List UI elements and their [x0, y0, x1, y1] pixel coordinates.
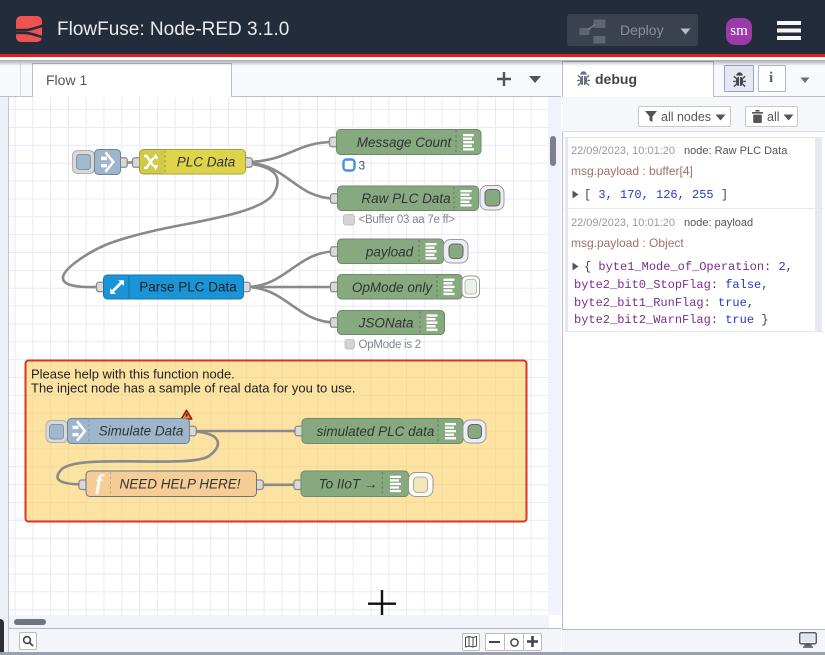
svg-text:payload: payload — [365, 245, 414, 260]
svg-text:The inject node has a sample o: The inject node has a sample of real dat… — [31, 381, 355, 396]
svg-text:<Buffer 03 aa 7e ff>: <Buffer 03 aa 7e ff> — [359, 214, 456, 226]
svg-text:simulated PLC data: simulated PLC data — [317, 424, 435, 439]
svg-text:OpMode only: OpMode only — [352, 280, 434, 295]
svg-text:NEED HELP HERE!: NEED HELP HERE! — [119, 477, 240, 492]
svg-text:3: 3 — [359, 159, 366, 173]
svg-text:Raw PLC Data: Raw PLC Data — [361, 191, 451, 206]
svg-text:Message Count: Message Count — [357, 135, 453, 150]
svg-text:PLC Data: PLC Data — [177, 155, 236, 170]
svg-text:Please help with this function: Please help with this function node. — [31, 367, 235, 382]
svg-text:OpMode is 2: OpMode is 2 — [359, 339, 421, 351]
svg-text:Simulate Data: Simulate Data — [99, 424, 184, 439]
svg-text:JSONata: JSONata — [358, 316, 414, 331]
svg-text:To IIoT →: To IIoT → — [319, 477, 378, 492]
svg-text:Parse PLC Data: Parse PLC Data — [139, 280, 237, 295]
